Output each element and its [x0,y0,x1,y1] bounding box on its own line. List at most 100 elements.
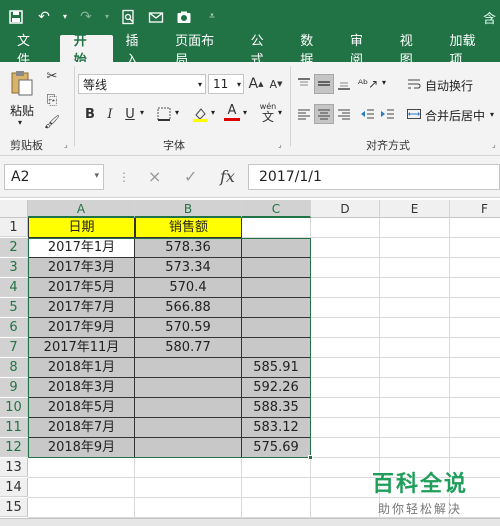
align-top-icon[interactable] [294,74,314,94]
table-cell[interactable] [380,298,450,318]
tab-page-layout[interactable]: 页面布局 [163,34,238,68]
table-cell[interactable] [311,498,380,518]
table-cell[interactable] [135,478,242,498]
table-cell[interactable] [311,218,380,238]
date-cell[interactable]: 2017年1月 [28,238,135,258]
table-cell[interactable] [242,458,311,478]
column-header-d[interactable]: D [311,200,380,218]
format-painter-icon[interactable]: 🖌 [42,112,62,132]
orientation-icon[interactable]: ᴬᵇ↗ [358,74,378,94]
alignment-launcher-icon[interactable]: ⌟ [492,140,496,149]
bold-button[interactable]: B [80,104,100,124]
font-color-icon[interactable]: A [222,102,242,122]
table-cell[interactable] [311,238,380,258]
font-name-select[interactable]: 等线 ▾ [78,74,206,94]
italic-button[interactable]: I [100,104,120,124]
phonetic-dropdown-icon[interactable]: ▾ [278,108,282,117]
table-cell[interactable] [450,278,500,298]
column-header-b[interactable]: B [135,200,242,218]
shrink-font-icon[interactable]: A ▼ [266,74,286,94]
underline-button[interactable]: U [120,104,140,124]
row-header[interactable]: 2 [0,238,28,257]
font-size-select[interactable]: 11 ▾ [208,74,244,94]
table-cell[interactable] [380,238,450,258]
phonetic-icon[interactable]: wén 文 [258,102,278,123]
header-cell-date[interactable]: 日期 [28,218,135,238]
date-cell[interactable]: 2017年5月 [28,278,135,298]
row-header[interactable]: 5 [0,298,28,317]
row-header[interactable]: 1 [0,218,28,237]
border-dropdown-icon[interactable]: ▾ [175,108,179,117]
table-cell[interactable] [242,498,311,518]
row-header[interactable]: 9 [0,378,28,397]
select-all-corner[interactable] [0,200,28,218]
table-cell[interactable] [28,478,135,498]
align-right-icon[interactable] [334,104,354,124]
row-header[interactable]: 8 [0,358,28,377]
forecast-cell[interactable] [242,338,311,358]
tab-review[interactable]: 审阅 [338,34,388,68]
undo-icon[interactable]: ↶ [32,5,56,29]
save-icon[interactable] [4,5,28,29]
paste-button[interactable] [8,68,36,98]
align-left-icon[interactable] [294,104,314,124]
tab-view[interactable]: 视图 [388,34,438,68]
table-cell[interactable] [311,258,380,278]
table-cell[interactable] [450,258,500,278]
sales-cell[interactable] [135,418,242,438]
forecast-cell[interactable]: 583.12 [242,418,311,438]
column-header-c[interactable]: C [242,200,311,218]
paste-label[interactable]: 粘贴 [10,102,34,119]
decrease-indent-icon[interactable] [358,104,378,124]
sales-cell[interactable]: 573.34 [135,258,242,278]
table-cell[interactable] [450,358,500,378]
date-cell[interactable]: 2017年7月 [28,298,135,318]
enter-icon[interactable]: ✓ [184,167,197,186]
table-cell[interactable] [311,278,380,298]
forecast-cell[interactable]: 585.91 [242,358,311,378]
camera-icon[interactable] [172,5,196,29]
table-cell[interactable] [311,438,380,458]
fill-handle[interactable] [308,455,313,460]
sales-cell[interactable] [135,358,242,378]
column-header-f[interactable]: F [450,200,500,218]
table-cell[interactable] [380,398,450,418]
table-cell[interactable] [135,498,242,518]
date-cell[interactable]: 2017年9月 [28,318,135,338]
header-cell-sales[interactable]: 销售额 [135,218,242,238]
font-launcher-icon[interactable]: ⌟ [278,140,282,149]
table-cell[interactable] [450,378,500,398]
table-cell[interactable] [380,358,450,378]
date-cell[interactable]: 2018年9月 [28,438,135,458]
sales-cell[interactable] [135,378,242,398]
row-header[interactable]: 13 [0,458,28,477]
redo-dropdown-icon[interactable]: ▾ [102,5,112,29]
table-cell[interactable] [450,298,500,318]
table-cell[interactable] [450,398,500,418]
table-cell[interactable] [311,418,380,438]
forecast-cell[interactable] [242,278,311,298]
underline-dropdown-icon[interactable]: ▾ [140,108,144,117]
date-cell[interactable]: 2018年7月 [28,418,135,438]
clipboard-launcher-icon[interactable]: ⌟ [64,140,68,149]
table-cell[interactable] [380,378,450,398]
table-cell[interactable] [380,338,450,358]
table-cell[interactable] [380,278,450,298]
date-cell[interactable]: 2018年1月 [28,358,135,378]
date-cell[interactable]: 2017年3月 [28,258,135,278]
forecast-cell[interactable]: 592.26 [242,378,311,398]
row-header[interactable]: 15 [0,498,28,517]
date-cell[interactable]: 2018年3月 [28,378,135,398]
merge-center-dropdown-icon[interactable]: ▾ [490,110,494,119]
undo-dropdown-icon[interactable]: ▾ [60,5,70,29]
sales-cell[interactable]: 580.77 [135,338,242,358]
table-cell[interactable] [450,438,500,458]
table-cell[interactable] [380,418,450,438]
tab-data[interactable]: 数据 [288,34,338,68]
tab-add-ins[interactable]: 加载项 [437,34,500,68]
row-header[interactable]: 11 [0,418,28,437]
row-header[interactable]: 14 [0,478,28,497]
forecast-cell[interactable] [242,238,311,258]
fill-color-dropdown-icon[interactable]: ▾ [211,108,215,117]
customize-toolbar-icon[interactable]: ⩡ [200,5,224,29]
